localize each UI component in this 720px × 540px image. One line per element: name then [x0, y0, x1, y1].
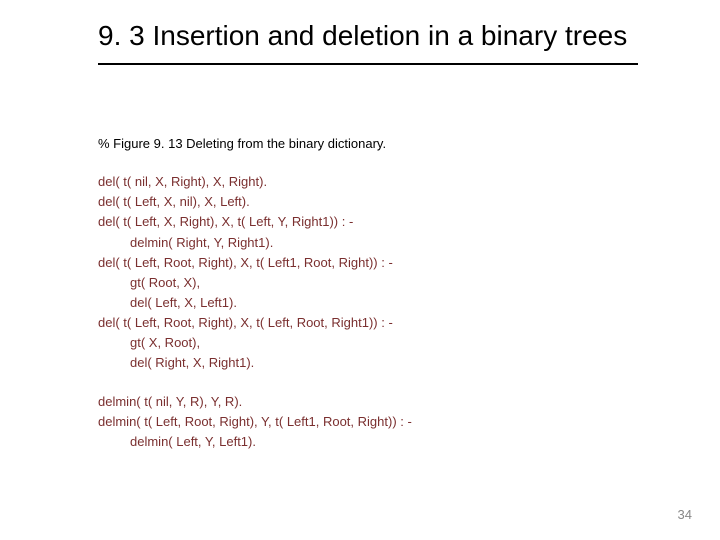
figure-caption: % Figure 9. 13 Deleting from the binary …	[98, 134, 638, 154]
slide-body: % Figure 9. 13 Deleting from the binary …	[98, 134, 638, 452]
code-line: del( Right, X, Right1).	[98, 353, 638, 373]
code-line: delmin( t( Left, Root, Right), Y, t( Lef…	[98, 412, 638, 432]
code-line: del( t( Left, X, nil), X, Left).	[98, 192, 638, 212]
code-line: del( Left, X, Left1).	[98, 293, 638, 313]
code-line: delmin( Left, Y, Left1).	[98, 432, 638, 452]
code-block-delmin: delmin( t( nil, Y, R), Y, R). delmin( t(…	[98, 392, 638, 452]
page-number: 34	[678, 507, 692, 522]
code-line: del( t( nil, X, Right), X, Right).	[98, 172, 638, 192]
code-line: delmin( t( nil, Y, R), Y, R).	[98, 392, 638, 412]
code-line: gt( X, Root),	[98, 333, 638, 353]
slide-title: 9. 3 Insertion and deletion in a binary …	[98, 18, 638, 65]
code-block-del: del( t( nil, X, Right), X, Right). del( …	[98, 172, 638, 373]
code-line: del( t( Left, Root, Right), X, t( Left, …	[98, 313, 638, 333]
slide: 9. 3 Insertion and deletion in a binary …	[0, 0, 720, 540]
code-line: del( t( Left, X, Right), X, t( Left, Y, …	[98, 212, 638, 232]
code-line: del( t( Left, Root, Right), X, t( Left1,…	[98, 253, 638, 273]
code-line: delmin( Right, Y, Right1).	[98, 233, 638, 253]
code-line: gt( Root, X),	[98, 273, 638, 293]
